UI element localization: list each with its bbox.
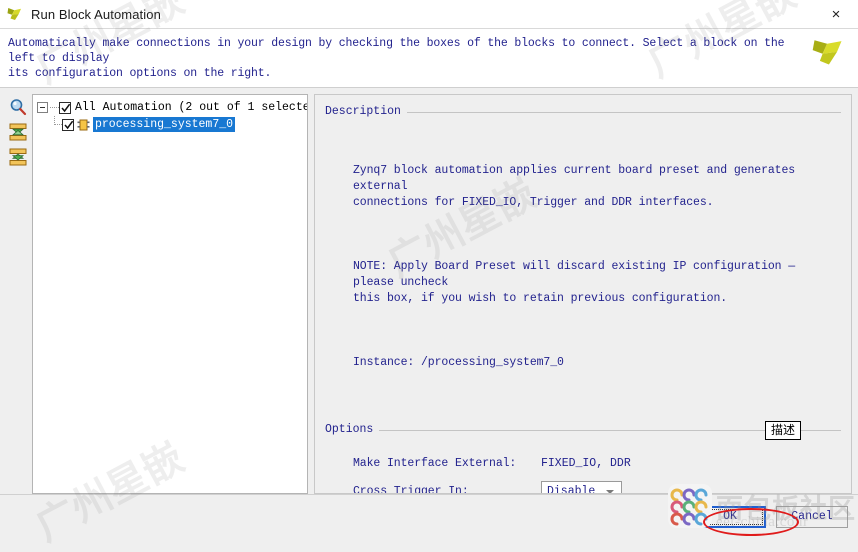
instruction-header: Automatically make connections in your d… (0, 28, 858, 88)
checkbox-all-automation[interactable] (59, 101, 71, 114)
option-row-make-interface-external: Make Interface External: FIXED_IO, DDR (353, 450, 841, 476)
window-title: Run Block Automation (31, 6, 161, 22)
tree-connector (53, 116, 62, 130)
ip-block-icon (77, 119, 90, 130)
cancel-button[interactable]: Cancel (776, 505, 848, 528)
tree-row[interactable]: All Automation (2 out of 1 selected) (37, 99, 308, 116)
dialog-body: All Automation (2 out of 1 selected) pro… (0, 88, 858, 494)
title-bar: Run Block Automation × (0, 0, 858, 28)
vivado-logo-icon (7, 8, 21, 20)
options-group-title: Options (325, 423, 380, 436)
tree-row[interactable]: processing_system7_0 (37, 116, 305, 133)
description-group: Description (325, 103, 841, 118)
description-group-title: Description (325, 105, 407, 118)
cancel-button-label: Cancel (791, 510, 833, 523)
expand-all-icon[interactable] (9, 148, 27, 166)
checkbox-processing-system7-0[interactable] (62, 118, 74, 131)
cross-trigger-in-label: Cross Trigger In: (353, 484, 469, 494)
automation-tree[interactable]: All Automation (2 out of 1 selected) pro… (32, 94, 308, 494)
description-body: Zynq7 block automation applies current b… (325, 122, 841, 403)
make-interface-external-value: FIXED_IO, DDR (541, 456, 631, 470)
cross-trigger-in-select[interactable]: Disable (541, 481, 622, 494)
make-interface-external-label: Make Interface External: (353, 456, 517, 470)
options-group: Options 描述 (325, 421, 841, 440)
tree-connector (50, 107, 59, 109)
close-icon[interactable]: × (814, 0, 858, 28)
collapse-all-icon[interactable] (9, 123, 27, 141)
instruction-text: Automatically make connections in your d… (8, 37, 785, 80)
tree-toolbar (4, 94, 32, 494)
description-paragraph: Zynq7 block automation applies current b… (353, 164, 796, 209)
run-block-automation-dialog: 广州星嵌 广州星嵌 广州星嵌 广州星嵌 Run Block Automation… (0, 0, 858, 550)
configuration-panel: Description Zynq7 block automation appli… (314, 94, 852, 494)
cross-trigger-in-value: Disable (547, 484, 596, 494)
focus-ring (697, 508, 763, 525)
annotation-callout-description: 描述 (765, 421, 802, 440)
options-body: Make Interface External: FIXED_IO, DDR C… (325, 440, 841, 494)
tree-label-processing-system7-0[interactable]: processing_system7_0 (93, 117, 236, 132)
description-paragraph: Instance: /processing_system7_0 (353, 356, 564, 369)
description-paragraph: NOTE: Apply Board Preset will discard ex… (353, 260, 796, 305)
tree-label-all-automation: All Automation (2 out of 1 selected) (75, 101, 308, 114)
group-divider (325, 430, 841, 431)
vivado-logo-icon (812, 40, 842, 65)
collapse-toggle-icon[interactable] (37, 102, 48, 113)
dialog-footer: OK Cancel (0, 494, 858, 538)
search-icon[interactable] (9, 98, 27, 116)
option-row-cross-trigger-in: Cross Trigger In: Disable (353, 478, 841, 494)
ok-button[interactable]: OK (694, 505, 766, 528)
